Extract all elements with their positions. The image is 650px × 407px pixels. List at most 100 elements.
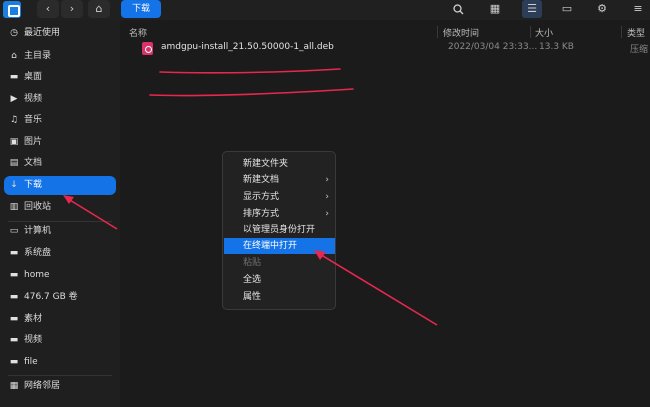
details-panel-button[interactable]: ▭ [557, 0, 577, 18]
menu-item-open-as-admin[interactable]: 以管理员身份打开 [224, 222, 335, 238]
sidebar-item-documents[interactable]: ▤ 文档 [4, 154, 116, 173]
sidebar-item-label: 图片 [24, 137, 43, 147]
sidebar-item-label: file [24, 357, 38, 367]
grid-icon: ▦ [489, 2, 501, 15]
back-arrow-icon: ‹ [45, 2, 51, 15]
column-header-type[interactable]: 类型 [627, 26, 645, 39]
column-divider[interactable] [437, 26, 438, 38]
context-menu: 新建文件夹 新建文档 › 显示方式 › 排序方式 › 以管理员身份打开 在终端中打开 … [222, 151, 336, 310]
sidebar-item-pictures[interactable]: ▣ 图片 [4, 133, 116, 152]
menu-item-label: 在终端中打开 [243, 241, 298, 251]
menu-item-open-in-terminal[interactable]: 在终端中打开 [224, 238, 335, 254]
clock-icon: ◷ [10, 28, 18, 38]
menu-button[interactable]: ≡ [628, 0, 648, 18]
file-modified: 2022/03/04 23:33... [448, 42, 538, 52]
sidebar-item-label: 桌面 [24, 72, 43, 82]
sidebar-item-label: 素材 [24, 314, 43, 324]
hamburger-icon: ≡ [633, 2, 643, 15]
video-icon: ▶ [10, 94, 18, 104]
sidebar-item-label: 主目录 [24, 51, 52, 61]
breadcrumb-downloads[interactable]: 下载 [121, 0, 161, 18]
sidebar-item-label: 最近使用 [24, 28, 61, 38]
picture-icon: ▣ [9, 137, 19, 147]
menu-item-label: 属性 [243, 292, 262, 302]
trash-icon: ▥ [9, 202, 19, 212]
disk-icon: ▬ [9, 314, 19, 324]
sidebar-item-music[interactable]: ♫ 音乐 [4, 111, 116, 130]
sidebar-item-network[interactable]: ▦ 网络邻居 [4, 377, 116, 396]
file-type: 压缩 [630, 45, 649, 55]
home-icon: ⌂ [95, 2, 103, 15]
menu-item-display-mode[interactable]: 显示方式 › [224, 189, 335, 205]
desktop-icon: ▬ [9, 72, 19, 82]
disk-icon: ▬ [9, 292, 19, 302]
document-icon: ▤ [9, 158, 19, 168]
sidebar-item-label: 网络邻居 [24, 381, 61, 391]
details-icon: ▭ [561, 2, 573, 15]
column-header-modified[interactable]: 修改时间 [443, 26, 479, 39]
menu-item-new-folder[interactable]: 新建文件夹 [224, 156, 335, 172]
file-name: amdgpu-install_21.50.50000-1_all.deb [161, 42, 334, 52]
menu-item-label: 全选 [243, 275, 262, 285]
sidebar-item-label: 下载 [24, 180, 43, 190]
search-icon [452, 4, 463, 15]
disk-icon: ▬ [9, 335, 19, 345]
column-divider[interactable] [530, 26, 531, 38]
column-header-size[interactable]: 大小 [535, 26, 553, 39]
menu-item-sort-by[interactable]: 排序方式 › [224, 206, 335, 222]
sidebar-item-label: 计算机 [24, 226, 52, 236]
download-icon: ↓ [10, 180, 18, 190]
chevron-right-icon: › [325, 209, 329, 219]
home-icon: ⌂ [11, 51, 17, 61]
sidebar-item-file-disk[interactable]: ▬ file [4, 353, 116, 372]
file-manager-icon [3, 1, 21, 18]
sidebar-item-label: 视频 [24, 94, 43, 104]
network-icon: ▦ [9, 381, 19, 391]
sidebar-item-video-disk[interactable]: ▬ 视频 [4, 331, 116, 350]
home-button[interactable]: ⌂ [88, 0, 110, 18]
file-size: 13.3 KB [539, 42, 574, 52]
sidebar-item-computer[interactable]: ▭ 计算机 [4, 222, 116, 241]
menu-item-select-all[interactable]: 全选 [224, 272, 335, 288]
forward-arrow-icon: › [69, 2, 75, 15]
sidebar-item-recent[interactable]: ◷ 最近使用 [4, 24, 116, 43]
icon-view-button[interactable]: ▦ [485, 0, 505, 18]
title-bar: ‹ › ⌂ 下载 ▦ ☰ ▭ ⚙ ≡ [0, 0, 650, 20]
sidebar-item-label: 系统盘 [24, 248, 52, 258]
menu-item-label: 显示方式 [243, 192, 280, 202]
sidebar-item-label: 视频 [24, 335, 43, 345]
sidebar-item-volume[interactable]: ▬ 476.7 GB 卷 [4, 288, 116, 307]
music-icon: ♫ [9, 115, 19, 125]
menu-item-label: 新建文档 [243, 175, 280, 185]
sidebar-item-label: home [24, 270, 50, 280]
file-row[interactable]: amdgpu-install_21.50.50000-1_all.deb 202… [121, 39, 650, 57]
menu-item-paste: 粘贴 [224, 255, 335, 271]
disk-icon: ▬ [9, 270, 19, 280]
disk-icon: ▬ [9, 357, 19, 367]
sidebar-item-desktop[interactable]: ▬ 桌面 [4, 68, 116, 87]
sidebar: ◷ 最近使用 ⌂ 主目录 ▬ 桌面 ▶ 视频 ♫ 音乐 ▣ 图片 ▤ 文档 ↓ 下载 ▥ 回收站 … [0, 20, 120, 407]
sidebar-item-label: 文档 [24, 158, 43, 168]
sidebar-item-materials[interactable]: ▬ 素材 [4, 310, 116, 329]
menu-item-label: 粘贴 [243, 258, 262, 268]
menu-item-properties[interactable]: 属性 [224, 289, 335, 305]
sidebar-item-trash[interactable]: ▥ 回收站 [4, 198, 116, 217]
sidebar-item-downloads[interactable]: ↓ 下载 [4, 176, 116, 195]
gear-icon: ⚙ [597, 2, 607, 15]
sidebar-item-system-disk[interactable]: ▬ 系统盘 [4, 244, 116, 263]
menu-item-label: 新建文件夹 [243, 159, 289, 169]
sidebar-item-videos[interactable]: ▶ 视频 [4, 90, 116, 109]
forward-button[interactable]: › [61, 0, 83, 18]
search-button[interactable] [448, 0, 468, 18]
sidebar-item-home[interactable]: ⌂ 主目录 [4, 47, 116, 66]
sidebar-item-label: 音乐 [24, 115, 43, 125]
settings-button[interactable]: ⚙ [592, 0, 612, 18]
sidebar-item-home-disk[interactable]: ▬ home [4, 266, 116, 285]
list-view-button[interactable]: ☰ [522, 0, 542, 18]
column-header-name[interactable]: 名称 [129, 26, 147, 39]
sidebar-item-label: 476.7 GB 卷 [24, 292, 78, 302]
back-button[interactable]: ‹ [37, 0, 59, 18]
menu-item-new-document[interactable]: 新建文档 › [224, 172, 335, 188]
file-list-area[interactable]: 名称 修改时间 大小 类型 amdgpu-install_21.50.50000… [121, 20, 650, 407]
column-divider[interactable] [621, 26, 622, 38]
